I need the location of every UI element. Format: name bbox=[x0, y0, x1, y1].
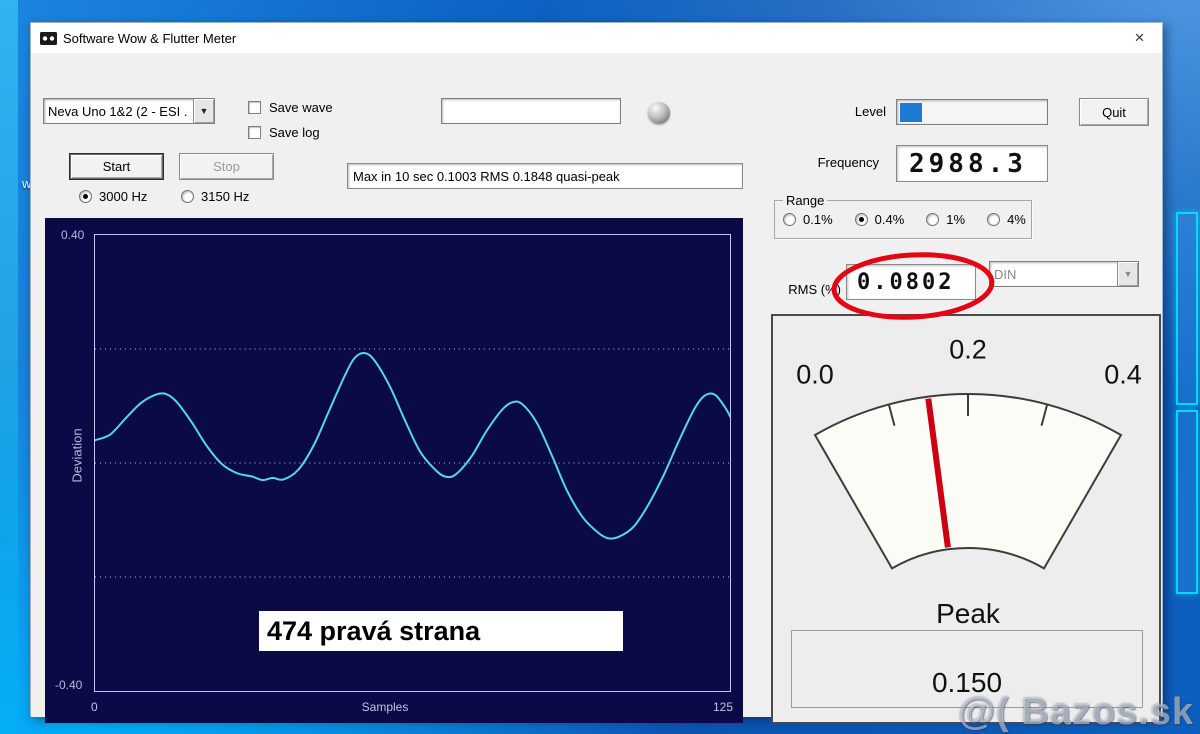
client-area: Neva Uno 1&2 (2 - ESI . ▼ Save wave Save… bbox=[31, 53, 1162, 724]
app-window: Software Wow & Flutter Meter × Neva Uno … bbox=[30, 22, 1163, 724]
y-tick-bottom: -0.40 bbox=[55, 678, 83, 692]
audio-device-value: Neva Uno 1&2 (2 - ESI . bbox=[48, 103, 188, 119]
wallpaper-window-pane bbox=[1176, 212, 1198, 405]
range-0.4-label: 0.4% bbox=[874, 212, 905, 227]
save-log-checkbox-row[interactable]: Save log bbox=[248, 125, 320, 140]
chevron-down-icon[interactable]: ▼ bbox=[1117, 262, 1138, 286]
frequency-value: 2988.3 bbox=[909, 148, 1027, 179]
x-axis-label: Samples bbox=[361, 700, 409, 714]
meter-dial-svg bbox=[813, 393, 1123, 570]
peak-label: Peak bbox=[936, 598, 1000, 629]
save-log-checkbox[interactable] bbox=[248, 126, 261, 139]
wallpaper-window-pane bbox=[1176, 410, 1198, 594]
filename-input[interactable] bbox=[441, 98, 621, 124]
range-4-radio[interactable] bbox=[987, 213, 1001, 226]
range-4-label: 4% bbox=[1007, 212, 1026, 227]
radio-3000hz-row[interactable]: 3000 Hz bbox=[79, 189, 147, 204]
chart-annotation: 474 pravá strana bbox=[259, 611, 623, 651]
range-legend: Range bbox=[786, 193, 825, 208]
radio-3000hz-label: 3000 Hz bbox=[99, 189, 148, 204]
y-axis-label: Deviation bbox=[69, 428, 85, 483]
start-button[interactable]: Start bbox=[69, 153, 164, 180]
range-0.1-label: 0.1% bbox=[803, 212, 833, 227]
save-log-label: Save log bbox=[269, 125, 320, 140]
status-display: Max in 10 sec 0.1003 RMS 0.1848 quasi-pe… bbox=[347, 163, 743, 189]
window-title: Software Wow & Flutter Meter bbox=[63, 30, 237, 46]
plot-area: 474 pravá strana bbox=[94, 234, 731, 692]
x-tick-left: 0 bbox=[91, 700, 98, 714]
rms-label: RMS (%) bbox=[788, 282, 841, 297]
rms-display: 0.0802 bbox=[846, 264, 976, 300]
weighting-standard-value: DIN bbox=[994, 266, 1017, 282]
deviation-chart: 0.40 -0.40 Deviation 474 pravá strana 0 … bbox=[45, 218, 743, 723]
save-wave-checkbox[interactable] bbox=[248, 101, 261, 114]
range-0.1-radio[interactable] bbox=[783, 213, 796, 226]
title-bar[interactable]: Software Wow & Flutter Meter × bbox=[31, 23, 1162, 53]
quit-button[interactable]: Quit bbox=[1079, 98, 1149, 126]
level-label: Level bbox=[854, 104, 886, 119]
range-options: 0.1% 0.4% 1% 4% bbox=[775, 208, 1031, 227]
radio-3150hz-label: 3150 Hz bbox=[201, 189, 250, 204]
range-0.4-radio[interactable] bbox=[854, 213, 868, 226]
analog-meter-panel: 0.0 0.2 0.4 Peak 0.150 bbox=[771, 314, 1161, 724]
audio-device-dropdown[interactable]: Neva Uno 1&2 (2 - ESI . ▼ bbox=[43, 98, 215, 124]
chevron-down-icon[interactable]: ▼ bbox=[193, 99, 214, 123]
watermark: @( Bazos.sk bbox=[957, 691, 1194, 733]
close-button[interactable]: × bbox=[1117, 23, 1162, 53]
range-0.1-row[interactable]: 0.1% bbox=[783, 212, 833, 227]
range-4-row[interactable]: 4% bbox=[987, 212, 1026, 227]
range-1-label: 1% bbox=[946, 212, 966, 227]
frequency-label: Frequency bbox=[817, 155, 879, 170]
range-groupbox: Range 0.1% 0.4% 1% 4% bbox=[774, 193, 1032, 239]
radio-3150hz[interactable] bbox=[181, 190, 194, 203]
cassette-app-icon bbox=[40, 31, 57, 45]
level-progress-fill bbox=[900, 103, 922, 122]
save-wave-label: Save wave bbox=[269, 100, 333, 115]
weighting-standard-dropdown[interactable]: DIN ▼ bbox=[989, 261, 1139, 287]
stop-button[interactable]: Stop bbox=[179, 153, 274, 180]
radio-3000hz[interactable] bbox=[79, 190, 92, 203]
radio-3150hz-row[interactable]: 3150 Hz bbox=[181, 189, 249, 204]
range-1-radio[interactable] bbox=[926, 213, 940, 226]
range-0.4-row[interactable]: 0.4% bbox=[854, 212, 905, 227]
rms-value: 0.0802 bbox=[857, 269, 955, 295]
frequency-display: 2988.3 bbox=[896, 145, 1048, 182]
range-1-row[interactable]: 1% bbox=[926, 212, 965, 227]
y-tick-top: 0.40 bbox=[61, 228, 85, 242]
status-led-sphere bbox=[648, 102, 670, 124]
save-wave-checkbox-row[interactable]: Save wave bbox=[248, 100, 333, 115]
level-progress-bar bbox=[896, 99, 1048, 125]
x-tick-right: 125 bbox=[713, 700, 734, 714]
desktop-left-light-strip bbox=[0, 0, 18, 734]
